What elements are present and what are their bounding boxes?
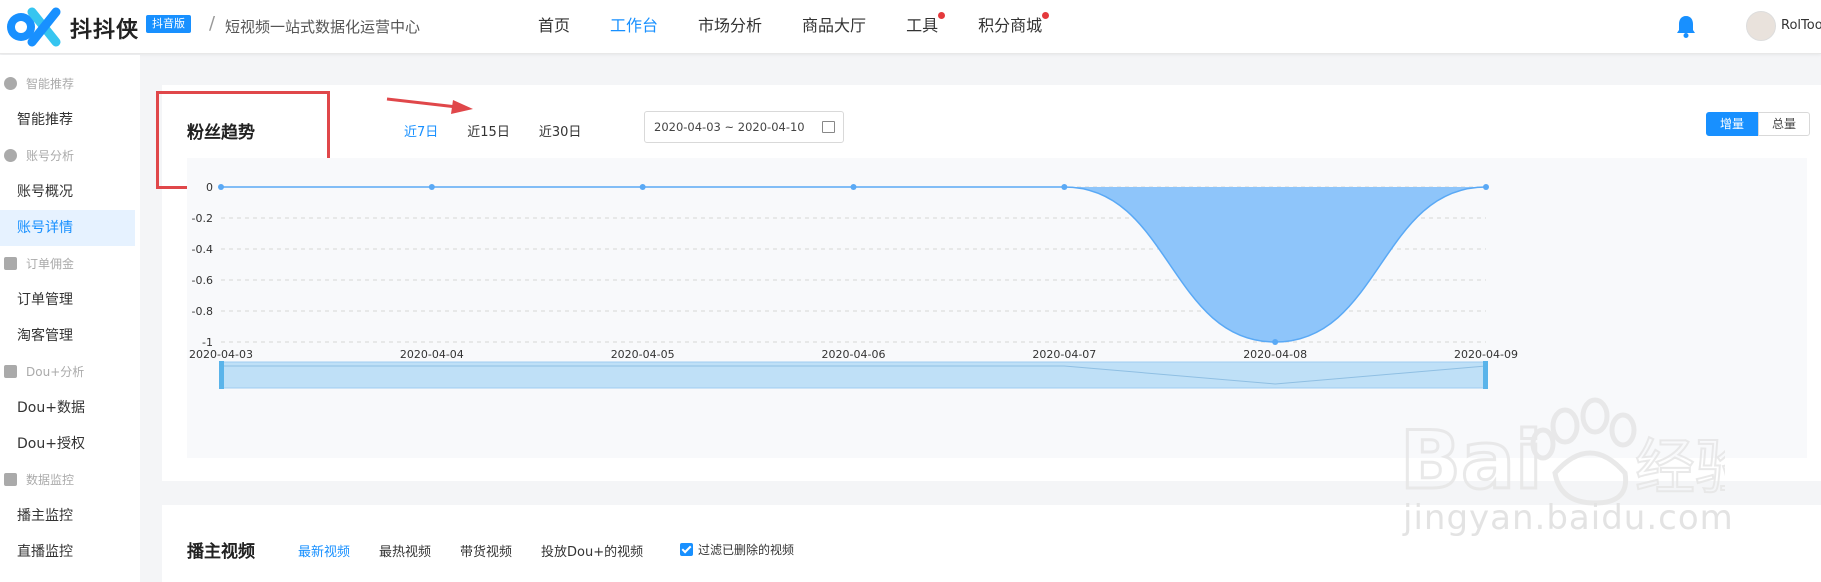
sidebar: 智能推荐 智能推荐 账号分析 账号概况 账号详情 订单佣金 订单管理 淘客管理 …: [0, 55, 140, 582]
watermark-url: jingyan.baidu.com: [1403, 498, 1734, 538]
tab-hot-videos[interactable]: 最热视频: [379, 541, 431, 560]
toggle-total[interactable]: 总量: [1758, 112, 1810, 136]
date-range-picker[interactable]: 2020-04-03 ~ 2020-04-10: [644, 111, 844, 143]
sidebar-item-account-detail[interactable]: 账号详情: [0, 210, 135, 246]
top-bar: 抖抖侠 抖音版 / 短视频一站式数据化运营中心 首页 工作台 市场分析 商品大厅…: [0, 0, 1821, 54]
zoom-handle-left: [219, 361, 224, 389]
pie-chart-icon: [4, 149, 17, 162]
title-separator: /: [209, 13, 216, 34]
data-point: [850, 184, 857, 190]
brand-name: 抖抖侠: [70, 18, 140, 43]
tab-latest-videos[interactable]: 最新视频: [298, 541, 350, 560]
pie-icon: [4, 77, 17, 90]
nav-market-analysis[interactable]: 市场分析: [698, 0, 762, 54]
sidebar-group-label: Dou+分析: [26, 365, 85, 379]
sidebar-item-live-monitor[interactable]: 直播监控: [0, 534, 140, 570]
bell-icon[interactable]: [1673, 13, 1699, 39]
username[interactable]: RolToo: [1781, 18, 1821, 33]
svg-text:经验: 经验: [1635, 433, 1725, 503]
tab-30-days[interactable]: 近30日: [539, 121, 582, 140]
data-point: [1272, 339, 1279, 345]
sidebar-item-smart-recommend[interactable]: 智能推荐: [0, 102, 140, 138]
calendar-icon: [822, 121, 835, 133]
sidebar-group-smart: 智能推荐: [0, 66, 140, 102]
x-tick-label: 2020-04-08: [1243, 348, 1307, 361]
nav-label: 商品大厅: [802, 16, 867, 35]
sidebar-item-taoke-manage[interactable]: 淘客管理: [0, 318, 140, 354]
x-tick-label: 2020-04-06: [822, 348, 886, 361]
toggle-increment[interactable]: 增量: [1706, 112, 1758, 136]
notification-dot: [1042, 12, 1050, 19]
y-tick-label: -0.8: [192, 305, 213, 318]
version-badge: 抖音版: [146, 15, 191, 33]
main-nav: 首页 工作台 市场分析 商品大厅 工具 积分商城: [538, 0, 1082, 54]
data-point: [428, 184, 435, 190]
nav-label: 首页: [538, 16, 571, 35]
y-tick-label: 0: [206, 181, 213, 194]
filter-deleted-checkbox[interactable]: 过滤已删除的视频: [680, 541, 794, 558]
sidebar-item-dou-auth[interactable]: Dou+授权: [0, 426, 140, 462]
sidebar-group-label: 订单佣金: [26, 257, 75, 271]
data-point: [218, 184, 224, 190]
nav-label: 市场分析: [698, 16, 763, 35]
sidebar-group-label: 数据监控: [26, 473, 75, 487]
x-tick-label: 2020-04-03: [189, 348, 253, 361]
range-tabs: 近7日 近15日 近30日: [404, 121, 610, 140]
nav-tools[interactable]: 工具: [906, 0, 946, 54]
x-tick-label: 2020-04-07: [1032, 348, 1096, 361]
nav-workbench[interactable]: 工作台: [610, 0, 658, 54]
logo-icon[interactable]: [4, 6, 62, 48]
data-point: [639, 184, 646, 190]
x-tick-label: 2020-04-04: [400, 348, 464, 361]
y-tick-label: -0.4: [192, 243, 213, 256]
data-point: [1061, 184, 1068, 190]
sidebar-item-anchor-monitor[interactable]: 播主监控: [0, 498, 140, 534]
sidebar-group-dou: Dou+分析: [0, 354, 140, 390]
tab-15-days[interactable]: 近15日: [467, 121, 510, 140]
doc-icon: [4, 473, 17, 486]
notification-dot: [938, 12, 946, 19]
tab-7-days[interactable]: 近7日: [404, 121, 438, 140]
mode-toggle: 增量 总量: [1706, 112, 1810, 136]
sidebar-group-label: 智能推荐: [26, 77, 75, 91]
nav-label: 工具: [906, 16, 939, 35]
filter-label: 过滤已删除的视频: [698, 543, 795, 557]
doc-icon: [4, 257, 17, 270]
nav-home[interactable]: 首页: [538, 0, 570, 54]
sidebar-group-orders: 订单佣金: [0, 246, 140, 282]
sidebar-item-account-overview[interactable]: 账号概况: [0, 174, 140, 210]
y-tick-label: -0.2: [192, 212, 213, 225]
svg-text:Bai: Bai: [1400, 414, 1542, 507]
x-tick-label: 2020-04-05: [611, 348, 675, 361]
sidebar-group-account: 账号分析: [0, 138, 140, 174]
site-subtitle: 短视频一站式数据化运营中心: [225, 18, 421, 36]
nav-product-hall[interactable]: 商品大厅: [802, 0, 866, 54]
checkbox-icon: [680, 543, 693, 556]
sidebar-group-label: 账号分析: [26, 149, 75, 163]
sidebar-item-order-manage[interactable]: 订单管理: [0, 282, 140, 318]
nav-label: 积分商城: [978, 16, 1043, 35]
x-tick-label: 2020-04-09: [1454, 348, 1518, 361]
tab-dou-videos[interactable]: 投放Dou+的视频: [541, 541, 643, 560]
data-point: [1483, 184, 1489, 190]
video-tabs: 最新视频 最热视频 带货视频 投放Dou+的视频: [298, 541, 672, 560]
sidebar-group-monitor: 数据监控: [0, 462, 140, 498]
doc-icon: [4, 365, 17, 378]
avatar[interactable]: [1746, 11, 1776, 41]
nav-label: 工作台: [610, 16, 659, 35]
tab-product-videos[interactable]: 带货视频: [460, 541, 512, 560]
y-tick-label: -0.6: [192, 274, 213, 287]
nav-points-mall[interactable]: 积分商城: [978, 0, 1050, 54]
date-range-value: 2020-04-03 ~ 2020-04-10: [654, 120, 805, 134]
arrow-annotation: [386, 97, 473, 114]
sidebar-item-dou-data[interactable]: Dou+数据: [0, 390, 140, 426]
anchor-video-title: 播主视频: [187, 542, 255, 562]
series-area: [221, 187, 1486, 342]
